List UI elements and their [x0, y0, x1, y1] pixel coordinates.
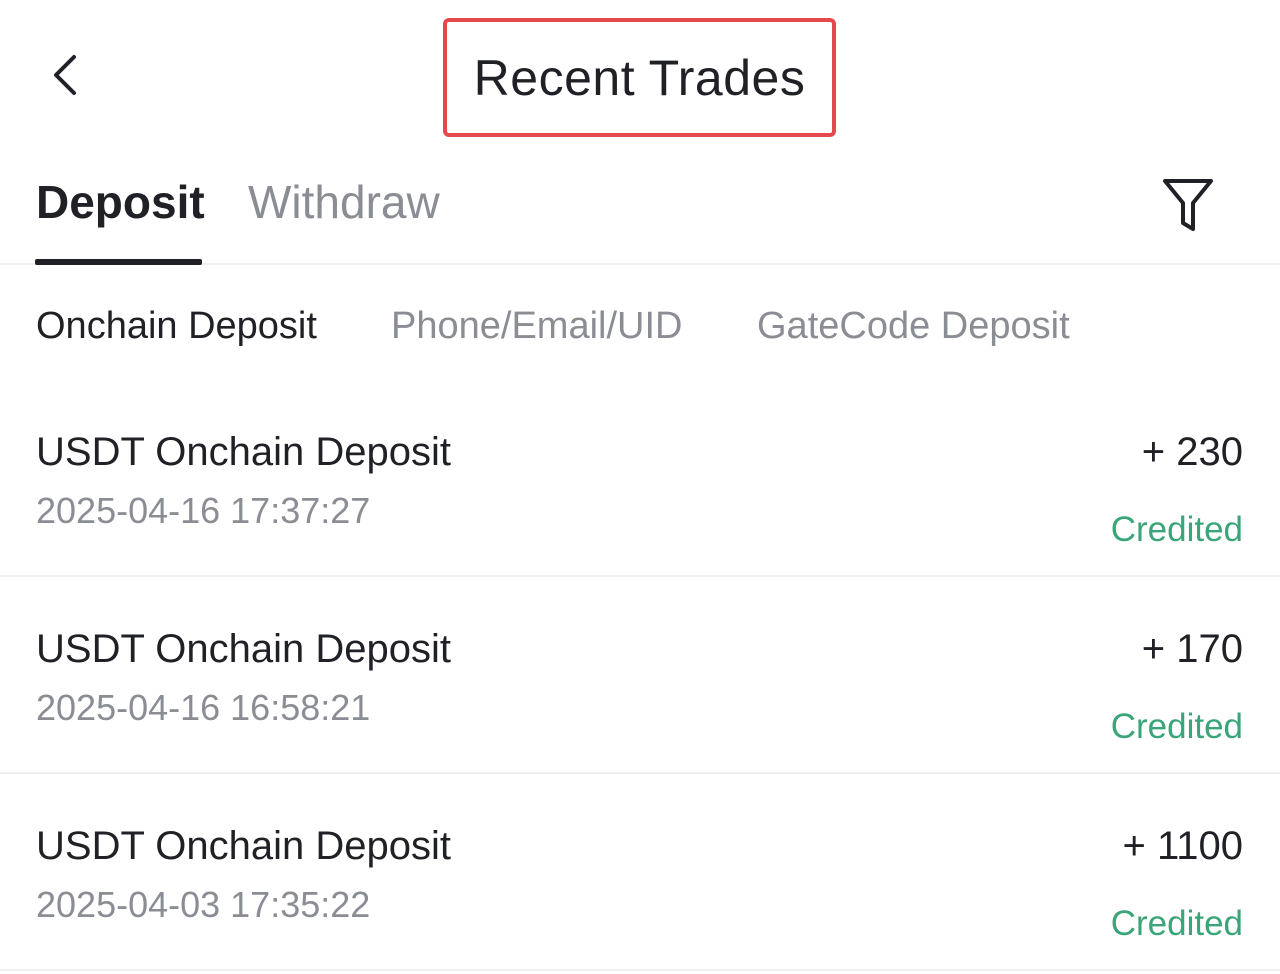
record-timestamp: 2025-04-16 17:37:27: [36, 490, 371, 531]
header: Recent Trades: [0, 0, 1280, 150]
subtab-phone-email-uid[interactable]: Phone/Email/UID: [391, 305, 682, 348]
record-title: USDT Onchain Deposit: [36, 430, 451, 474]
deposit-record-list: USDT Onchain Deposit 2025-04-16 17:37:27…: [0, 380, 1280, 971]
deposit-record-row[interactable]: USDT Onchain Deposit 2025-04-03 17:35:22…: [0, 774, 1280, 971]
record-amount: + 170: [1141, 627, 1243, 671]
record-timestamp: 2025-04-16 16:58:21: [36, 687, 371, 728]
record-amount: + 230: [1141, 430, 1243, 474]
filter-button[interactable]: [1155, 172, 1221, 238]
record-timestamp: 2025-04-03 17:35:22: [36, 884, 371, 925]
tab-deposit[interactable]: Deposit: [36, 175, 205, 229]
subtab-onchain-deposit[interactable]: Onchain Deposit: [36, 305, 317, 348]
filter-icon: [1163, 179, 1213, 231]
record-status: Credited: [1110, 510, 1243, 549]
record-status: Credited: [1110, 707, 1243, 746]
subtab-gatecode-deposit[interactable]: GateCode Deposit: [757, 305, 1070, 348]
record-title: USDT Onchain Deposit: [36, 824, 451, 868]
record-title: USDT Onchain Deposit: [36, 627, 451, 671]
deposit-record-row[interactable]: USDT Onchain Deposit 2025-04-16 17:37:27…: [0, 380, 1280, 577]
tab-bar: Deposit Withdraw: [0, 150, 1280, 265]
chevron-left-icon: [54, 55, 76, 95]
record-amount: + 1100: [1122, 824, 1244, 868]
deposit-record-row[interactable]: USDT Onchain Deposit 2025-04-16 16:58:21…: [0, 577, 1280, 774]
deposit-type-tabs: Onchain Deposit Phone/Email/UID GateCode…: [0, 300, 1280, 360]
active-tab-indicator: [35, 259, 202, 265]
tab-withdraw[interactable]: Withdraw: [248, 175, 440, 229]
back-button[interactable]: [40, 50, 90, 100]
page-title: Recent Trades: [473, 49, 806, 106]
title-highlight-box: Recent Trades: [443, 18, 836, 137]
record-status: Credited: [1110, 904, 1243, 943]
